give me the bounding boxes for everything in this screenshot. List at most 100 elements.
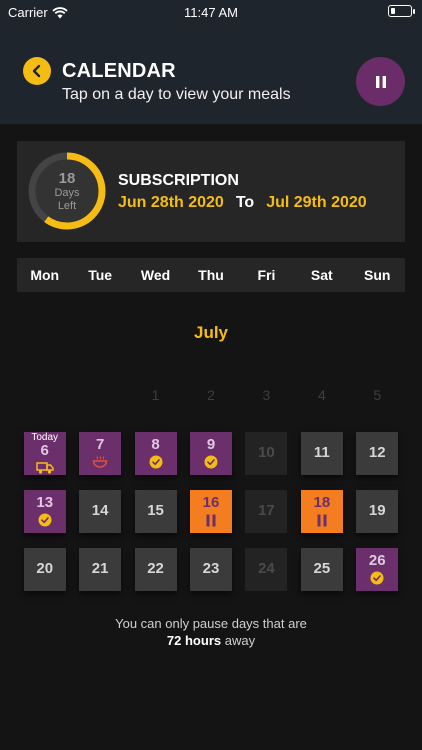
pause-icon [205, 513, 217, 527]
day-23[interactable]: 23 [189, 547, 232, 591]
day-17: 17 [245, 489, 288, 533]
check-icon [204, 455, 218, 469]
empty-cell: 2 [183, 366, 238, 424]
day-22[interactable]: 22 [134, 547, 177, 591]
calendar-cell: 15 [128, 482, 183, 540]
back-button[interactable] [23, 57, 51, 85]
day-19[interactable]: 19 [356, 489, 399, 533]
calendar-cell: 8 [128, 424, 183, 482]
day-18[interactable]: 18 [300, 489, 343, 533]
calendar-cell: 18 [294, 482, 349, 540]
pause-icon [375, 75, 386, 88]
prev-day-number: 5 [373, 387, 382, 403]
day-number: 12 [368, 444, 386, 461]
subscription-title: SUBSCRIPTION [118, 172, 239, 189]
weekday-header: Mon Tue Wed Thu Fri Sat Sun [17, 258, 405, 292]
day-20[interactable]: 20 [23, 547, 66, 591]
prev-day-number: 1 [151, 387, 160, 403]
weekday-fri: Fri [257, 267, 276, 283]
day-number: 6 [40, 441, 49, 459]
day-16[interactable]: 16 [189, 489, 232, 533]
day-number: 18 [313, 494, 331, 511]
weekday-sun: Sun [364, 267, 391, 283]
weekday-sat: Sat [310, 267, 333, 283]
day-number: 10 [258, 444, 275, 461]
day-11[interactable]: 11 [300, 431, 343, 475]
calendar-cell: 14 [72, 482, 127, 540]
weekday-thu: Thu [198, 267, 224, 283]
pause-subscription-button[interactable] [356, 57, 405, 106]
today-label: Today [31, 431, 59, 443]
calendar-cell: 26 [350, 540, 405, 598]
subscription-dates: Jun 28th 2020 To Jul 29th 2020 [118, 194, 367, 212]
days-left: 18 Days Left [28, 152, 106, 230]
calendar-cell: 19 [350, 482, 405, 540]
day-number: 7 [95, 436, 105, 453]
end-date: Jul 29th 2020 [266, 194, 367, 211]
day-25[interactable]: 25 [300, 547, 343, 591]
pause-note-line1: You can only pause days that are [115, 616, 307, 631]
day-7[interactable]: 7 [79, 431, 122, 475]
empty-cell [72, 366, 127, 424]
page-subtitle: Tap on a day to view your meals [62, 86, 291, 103]
calendar-cell: 17 [239, 482, 294, 540]
page-title: CALENDAR [62, 60, 176, 82]
prev-day-number: 2 [207, 387, 215, 403]
weekday-mon: Mon [30, 267, 60, 283]
day-number: 11 [313, 444, 330, 461]
pause-note-hours: 72 hours [166, 633, 222, 648]
start-date: Jun 28th 2020 [118, 194, 224, 211]
chevron-left-icon [32, 64, 41, 78]
empty-cell [17, 366, 72, 424]
bowl-icon [92, 455, 108, 469]
left-label: Left [57, 199, 77, 212]
day-8[interactable]: 8 [134, 431, 177, 475]
calendar-cell: 7 [72, 424, 127, 482]
day-6[interactable]: Today 6 [23, 431, 66, 475]
day-number: 23 [202, 560, 220, 577]
day-24: 24 [245, 547, 288, 591]
calendar-cell: 10 [239, 424, 294, 482]
calendar-grid: 1 2 3 4 5 Today 6 7 8 9 10 11 12 13 14 15 16 17 18 19 20 21 22… [17, 366, 405, 598]
day-12[interactable]: 12 [356, 431, 399, 475]
day-number: 15 [147, 502, 164, 519]
pause-note: You can only pause days that are 72 hour… [0, 615, 422, 649]
day-number: 14 [91, 502, 109, 519]
calendar-cell: 11 [294, 424, 349, 482]
check-icon [38, 513, 52, 527]
pause-note-line2: 72 hours away [0, 632, 422, 649]
prev-day-number: 3 [262, 387, 271, 403]
day-number: 16 [202, 494, 220, 511]
day-10: 10 [245, 431, 288, 475]
day-9[interactable]: 9 [189, 431, 232, 475]
day-number: 19 [368, 502, 386, 519]
day-15[interactable]: 15 [134, 489, 177, 533]
prev-day-number: 4 [317, 387, 326, 403]
calendar-cell: Today 6 [17, 424, 72, 482]
day-14[interactable]: 14 [79, 489, 122, 533]
empty-cell: 4 [294, 366, 349, 424]
day-21[interactable]: 21 [79, 547, 122, 591]
day-13[interactable]: 13 [23, 489, 66, 533]
empty-cell: 1 [128, 366, 183, 424]
day-26[interactable]: 26 [356, 547, 399, 591]
calendar-cell: 13 [17, 482, 72, 540]
day-number: 25 [313, 560, 331, 577]
day-number: 13 [36, 494, 54, 511]
day-number: 8 [151, 436, 160, 453]
calendar-cell: 25 [294, 540, 349, 598]
day-number: 17 [258, 502, 275, 519]
date-separator: To [235, 194, 255, 211]
status-bar: Carrier 11:47 AM [0, 0, 422, 24]
days-left-count: 18 [58, 169, 76, 187]
calendar-cell: 16 [183, 482, 238, 540]
check-icon [149, 455, 163, 469]
day-number: 22 [147, 560, 164, 577]
header: Carrier 11:47 AM CALENDAR Tap on a day t… [0, 0, 422, 124]
day-number: 26 [368, 552, 386, 569]
check-icon [370, 571, 384, 585]
day-number: 24 [258, 560, 275, 577]
calendar-cell: 21 [72, 540, 127, 598]
pause-note-away: away [221, 633, 256, 648]
weekday-tue: Tue [88, 267, 113, 283]
